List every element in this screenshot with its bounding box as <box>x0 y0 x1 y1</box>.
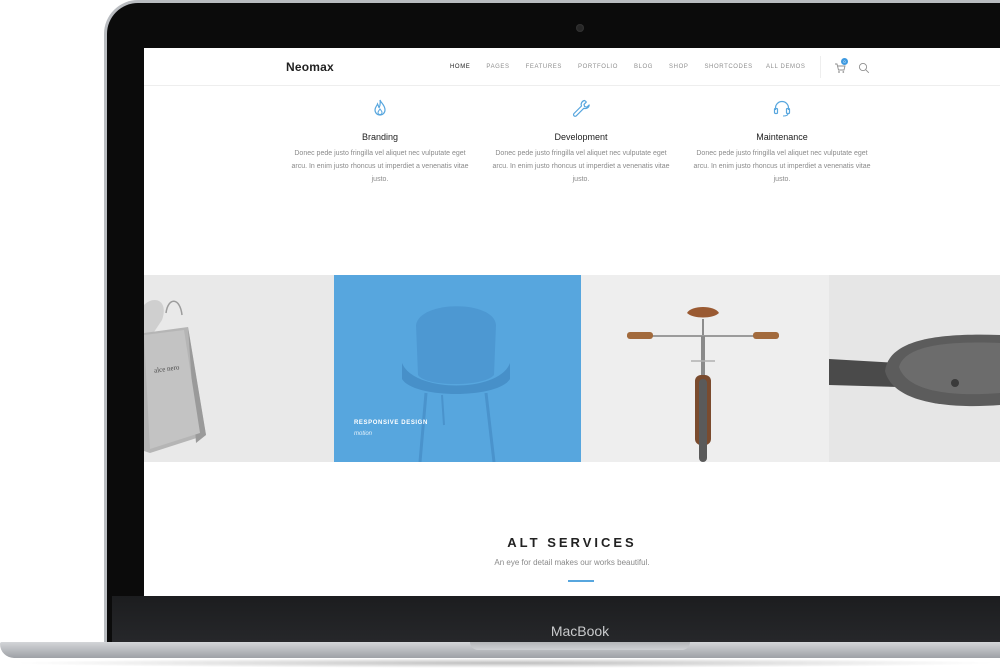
featured-item-category: motion <box>354 431 373 437</box>
service-text: Donec pede justo fringilla vel aliquet n… <box>492 150 670 183</box>
nav-shop[interactable]: SHOP <box>669 64 688 70</box>
website-screen: Neomax HOME PAGES FEATURES PORTFOLIO BLO… <box>144 48 1000 596</box>
portfolio-item-chair[interactable]: RESPONSIVE DESIGN motion <box>334 275 581 462</box>
bicycle-image <box>627 307 779 462</box>
featured-item-title: RESPONSIVE DESIGN <box>354 420 428 426</box>
clock-image <box>829 334 1000 407</box>
flame-icon <box>374 99 386 116</box>
wrench-icon <box>572 99 590 117</box>
service-text: Donec pede justo fringilla vel aliquet n… <box>291 150 469 183</box>
search-icon <box>858 62 870 74</box>
navbar: Neomax HOME PAGES FEATURES PORTFOLIO BLO… <box>144 48 1000 86</box>
service-branding: Branding Donec pede justo fringilla vel … <box>290 98 470 186</box>
main-menu: HOME PAGES FEATURES PORTFOLIO BLOG SHOP … <box>450 64 769 70</box>
portfolio-item-bike[interactable] <box>581 275 829 462</box>
portfolio-item-bag[interactable]: alce nero <box>144 275 334 462</box>
portfolio-item-clock[interactable] <box>829 275 1000 462</box>
section-title: ALT SERVICES <box>507 535 637 550</box>
service-title: Maintenance <box>756 132 808 142</box>
service-text: Donec pede justo fringilla vel aliquet n… <box>693 150 871 183</box>
nav-pages[interactable]: PAGES <box>486 64 509 70</box>
service-title: Branding <box>361 132 399 142</box>
nav-all-demos[interactable]: ALL DEMOS <box>766 64 806 70</box>
laptop-notch <box>470 642 690 650</box>
portfolio-strip: alce nero RESPONSIVE DESIGN motion <box>144 275 1000 462</box>
service-development: Development Donec pede justo fringilla v… <box>491 98 671 186</box>
service-maintenance: Maintenance Donec pede justo fringilla v… <box>692 98 872 186</box>
nav-portfolio[interactable]: PORTFOLIO <box>578 64 618 70</box>
section-underline <box>568 580 594 582</box>
laptop-shadow <box>10 658 1000 668</box>
cart-button[interactable]: 0 <box>834 58 848 73</box>
nav-shortcodes[interactable]: SHORTCODES <box>704 64 752 70</box>
nav-home[interactable]: HOME <box>450 64 470 70</box>
webcam <box>576 24 584 32</box>
nav-blog[interactable]: BLOG <box>634 64 653 70</box>
headset-icon <box>773 100 791 117</box>
search-button[interactable] <box>858 61 870 74</box>
section-subtitle: An eye for detail makes our works beauti… <box>494 558 650 567</box>
nav-divider <box>820 56 821 78</box>
device-label: MacBook <box>550 623 610 639</box>
site-logo[interactable]: Neomax <box>286 60 334 74</box>
nav-features[interactable]: FEATURES <box>526 64 562 70</box>
cart-count-badge: 0 <box>841 58 848 65</box>
service-title: Development <box>554 132 608 142</box>
